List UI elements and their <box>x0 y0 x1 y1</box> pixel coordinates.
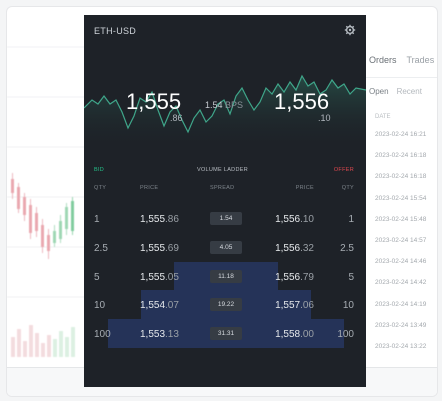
bid-price-tail: .86 <box>170 113 183 123</box>
offer-price-tail: .10 <box>318 113 331 123</box>
spread-bps: 1.54 BPS <box>205 100 243 110</box>
bid-label: BID <box>94 167 105 173</box>
header-price-bid: PRICE <box>140 185 159 191</box>
ladder-row[interactable]: 2.5 1,555.69 4.05 1,556.32 2.5 <box>84 233 366 262</box>
spread-badge: 31.31 <box>210 327 242 341</box>
order-row-date[interactable]: 2023-02-24 16:21 <box>375 131 426 152</box>
offer-price-main: 1,558 <box>275 329 301 341</box>
orders-subtabs: Open Recent <box>369 87 430 96</box>
bid-price[interactable]: 1,555.05 <box>140 272 179 283</box>
bid-price[interactable]: 1,554.07 <box>140 300 179 311</box>
offer-price-big[interactable]: 1,556 <box>274 89 329 115</box>
spread-bps-value: 1.54 <box>205 100 223 110</box>
header-qty-offer: QTY <box>341 185 354 191</box>
ladder-row[interactable]: 100 1,553.13 31.31 1,558.00 100 <box>84 319 366 348</box>
bid-price-decimal: .86 <box>165 214 179 225</box>
bid-price[interactable]: 1,553.13 <box>140 329 179 340</box>
spread-badge: 11.18 <box>210 269 242 283</box>
header-spread: SPREAD <box>210 185 235 191</box>
bid-price[interactable]: 1,555.69 <box>140 243 179 254</box>
bid-qty: 10 <box>94 300 106 312</box>
offer-qty: 1 <box>348 214 354 225</box>
bid-price-decimal: .69 <box>165 242 179 254</box>
offer-label: OFFER <box>333 167 354 173</box>
offer-price[interactable]: 1,557.06 <box>275 300 314 311</box>
orders-tabs: Orders Trades <box>369 55 437 65</box>
bid-price-main: 1,553 <box>140 329 166 341</box>
spread-badge: 4.05 <box>210 240 242 254</box>
subtab-open[interactable]: Open <box>369 87 389 96</box>
bid-qty: 2.5 <box>94 242 108 254</box>
order-row-date[interactable]: 2023-02-24 14:46 <box>375 258 426 279</box>
offer-price-decimal: .06 <box>300 300 314 312</box>
offer-price-main: 1,556 <box>275 271 301 283</box>
offer-price-main: 1,557 <box>275 300 301 312</box>
spread-bps-unit: BPS <box>225 100 244 110</box>
order-row-date[interactable]: 2023-02-24 16:18 <box>375 152 426 173</box>
order-dates-list: 2023-02-24 16:21 2023-02-24 16:18 2023-0… <box>375 131 426 364</box>
spread-badge: 19.22 <box>210 298 242 312</box>
header-qty-bid: QTY <box>94 185 107 191</box>
bid-qty: 100 <box>94 329 111 341</box>
bid-price-decimal: .05 <box>165 271 179 283</box>
order-row-date[interactable]: 2023-02-24 13:22 <box>375 343 426 364</box>
order-row-date[interactable]: 2023-02-24 15:54 <box>375 195 426 216</box>
order-row-date[interactable]: 2023-02-24 14:57 <box>375 237 426 258</box>
offer-price-decimal: .10 <box>300 214 314 225</box>
offer-price[interactable]: 1,556.32 <box>275 243 314 254</box>
offer-price[interactable]: 1,556.10 <box>275 214 314 225</box>
bid-qty: 5 <box>94 271 100 283</box>
bid-price-decimal: .07 <box>165 300 179 312</box>
orders-panel: Orders Trades Open Recent DATE 2023-02-24 … <box>365 7 437 367</box>
offer-price-decimal: .00 <box>300 329 314 341</box>
offer-qty: 10 <box>342 300 354 312</box>
offer-price-decimal: .32 <box>300 242 314 254</box>
bid-qty: 1 <box>94 214 100 225</box>
bid-price[interactable]: 1,555.86 <box>140 214 179 225</box>
tab-trades[interactable]: Trades <box>407 55 435 65</box>
offer-price-decimal: .79 <box>300 271 314 283</box>
offer-qty: 100 <box>337 329 354 341</box>
spread-badge: 1.54 <box>210 212 242 225</box>
order-row-date[interactable]: 2023-02-24 14:19 <box>375 301 426 322</box>
order-row-date[interactable]: 2023-02-24 16:18 <box>375 173 426 194</box>
candles <box>11 173 74 259</box>
volume-ladder-widget: ETH-USD 1,555 .86 1.54 BPS 1,556 .10 BID… <box>84 15 366 387</box>
instrument-title: ETH-USD <box>94 26 137 36</box>
header-price-offer: PRICE <box>295 185 314 191</box>
ladder-row[interactable]: 10 1,554.07 19.22 1,557.06 10 <box>84 290 366 319</box>
bid-price-big[interactable]: 1,555 <box>126 89 181 115</box>
offer-qty: 2.5 <box>340 242 354 254</box>
order-row-date[interactable]: 2023-02-24 14:42 <box>375 279 426 300</box>
gear-icon[interactable] <box>344 24 356 36</box>
bid-price-main: 1,555 <box>140 242 166 254</box>
bid-price-main: 1,555 <box>140 271 166 283</box>
offer-price[interactable]: 1,556.79 <box>275 272 314 283</box>
panel-divider <box>365 77 437 78</box>
bid-price-decimal: .13 <box>165 329 179 341</box>
bid-price-main: 1,554 <box>140 300 166 312</box>
ladder-rows: 1 1,555.86 1.54 1,556.10 1 2.5 1,555.69 … <box>84 204 366 348</box>
ladder-row[interactable]: 5 1,555.05 11.18 1,556.79 5 <box>84 262 366 291</box>
offer-price[interactable]: 1,558.00 <box>275 329 314 340</box>
order-row-date[interactable]: 2023-02-24 13:49 <box>375 322 426 343</box>
volume-bars <box>11 325 75 357</box>
order-row-date[interactable]: 2023-02-24 15:48 <box>375 216 426 237</box>
offer-price-main: 1,556 <box>275 214 301 225</box>
ladder-row[interactable]: 1 1,555.86 1.54 1,556.10 1 <box>84 204 366 233</box>
tab-orders[interactable]: Orders <box>369 55 397 65</box>
ladder-title: VOLUME LADDER <box>197 167 248 173</box>
date-column-header: DATE <box>375 114 391 120</box>
subtab-recent[interactable]: Recent <box>397 87 422 96</box>
offer-qty: 5 <box>348 271 354 283</box>
offer-price-main: 1,556 <box>275 242 301 254</box>
bid-price-main: 1,555 <box>140 214 166 225</box>
